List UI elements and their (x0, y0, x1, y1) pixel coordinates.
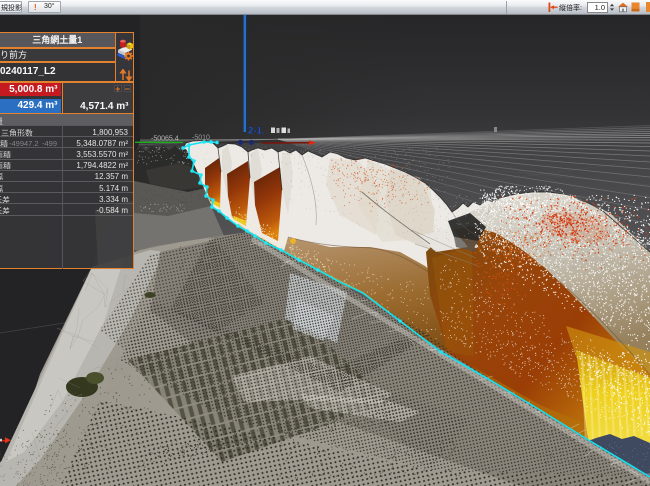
svg-text:-5010: -5010 (192, 135, 210, 142)
svg-text:-50065.4: -50065.4 (151, 136, 179, 143)
svg-text:2-1.: 2-1. (248, 126, 264, 137)
